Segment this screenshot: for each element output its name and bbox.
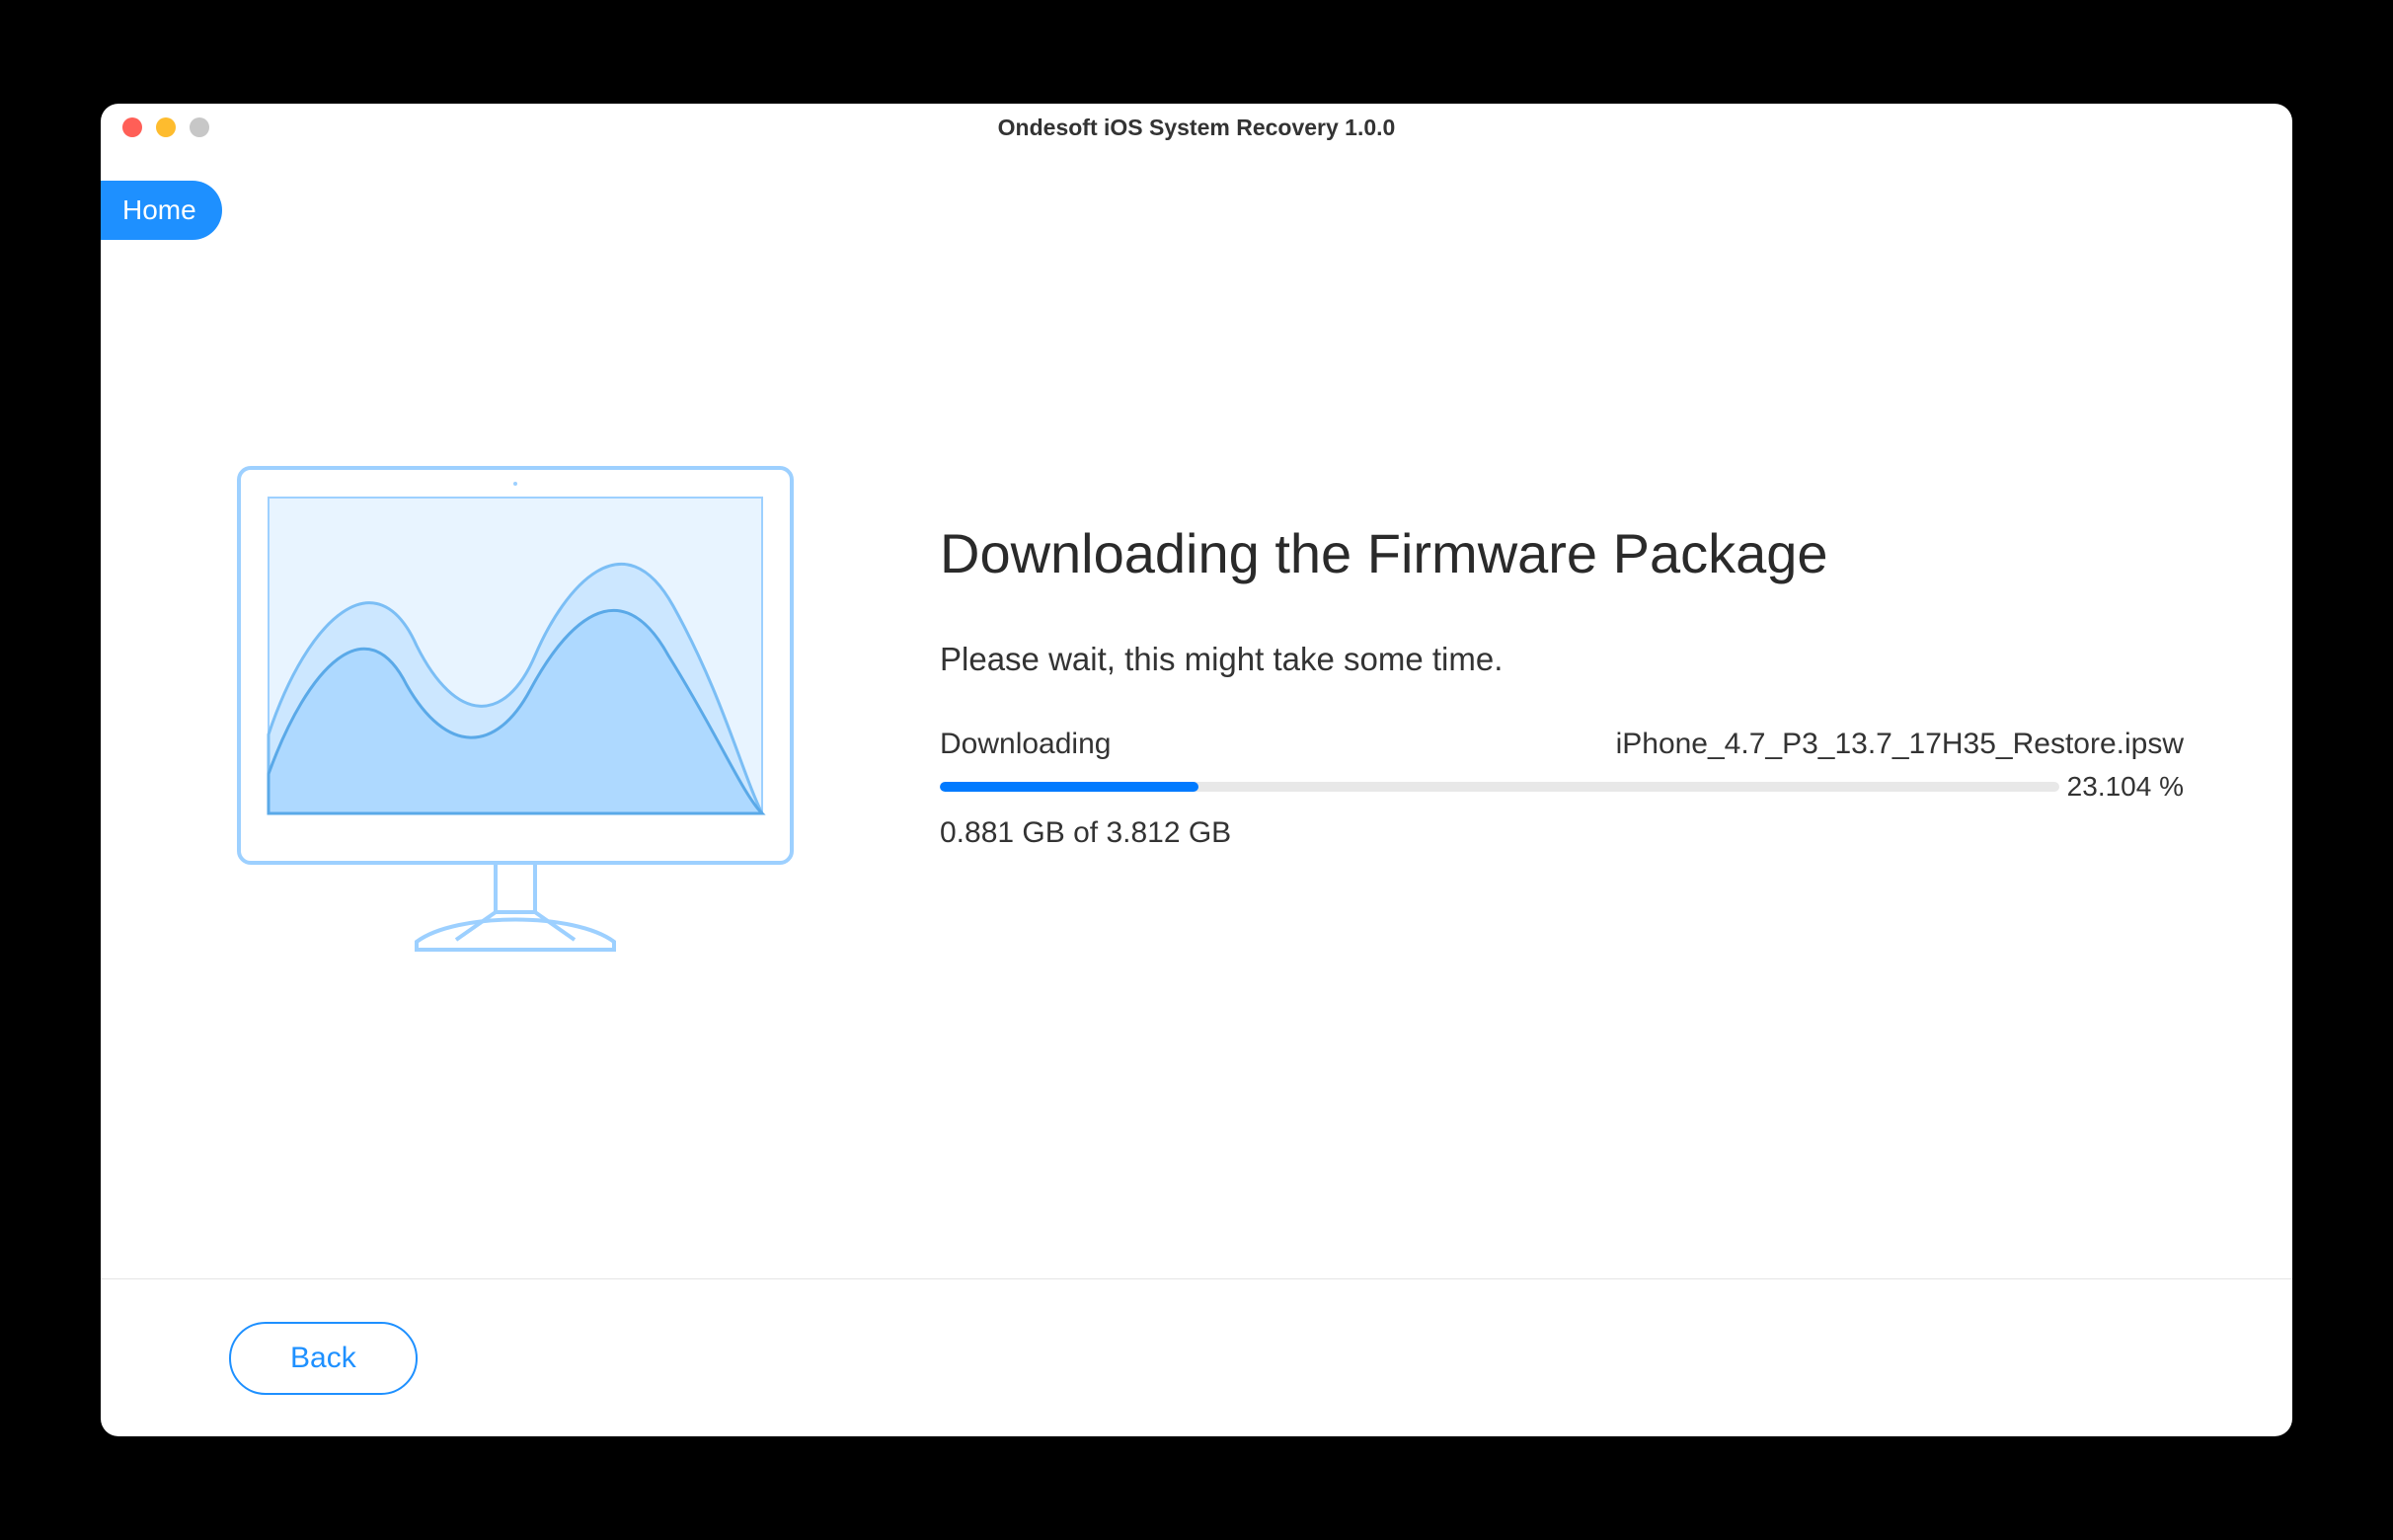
download-size-text: 0.881 GB of 3.812 GB bbox=[940, 816, 2184, 850]
main-content: Downloading the Firmware Package Please … bbox=[101, 151, 2292, 1278]
back-button[interactable]: Back bbox=[229, 1322, 418, 1395]
close-window-button[interactable] bbox=[122, 117, 142, 137]
progress-fill bbox=[940, 782, 1198, 792]
page-heading: Downloading the Firmware Package bbox=[940, 521, 2184, 585]
progress-container: 23.104 % bbox=[940, 771, 2184, 803]
app-window: Ondesoft iOS System Recovery 1.0.0 Home bbox=[101, 104, 2292, 1436]
minimize-window-button[interactable] bbox=[156, 117, 176, 137]
download-filename: iPhone_4.7_P3_13.7_17H35_Restore.ipsw bbox=[1616, 728, 2184, 761]
titlebar: Ondesoft iOS System Recovery 1.0.0 bbox=[101, 104, 2292, 151]
progress-bar bbox=[940, 782, 2059, 792]
footer: Back bbox=[101, 1278, 2292, 1436]
back-button-label: Back bbox=[290, 1342, 356, 1374]
page-subheading: Please wait, this might take some time. bbox=[940, 641, 2184, 678]
download-status-label: Downloading bbox=[940, 728, 1111, 761]
maximize-window-button[interactable] bbox=[190, 117, 209, 137]
home-button[interactable]: Home bbox=[101, 181, 222, 240]
home-button-label: Home bbox=[122, 194, 196, 225]
window-title: Ondesoft iOS System Recovery 1.0.0 bbox=[998, 115, 1396, 141]
download-row: Downloading iPhone_4.7_P3_13.7_17H35_Res… bbox=[940, 728, 2184, 761]
traffic-lights bbox=[122, 117, 209, 137]
download-info: Downloading the Firmware Package Please … bbox=[940, 521, 2184, 850]
progress-percent-text: 23.104 % bbox=[2067, 771, 2184, 803]
computer-illustration-icon bbox=[229, 458, 802, 971]
